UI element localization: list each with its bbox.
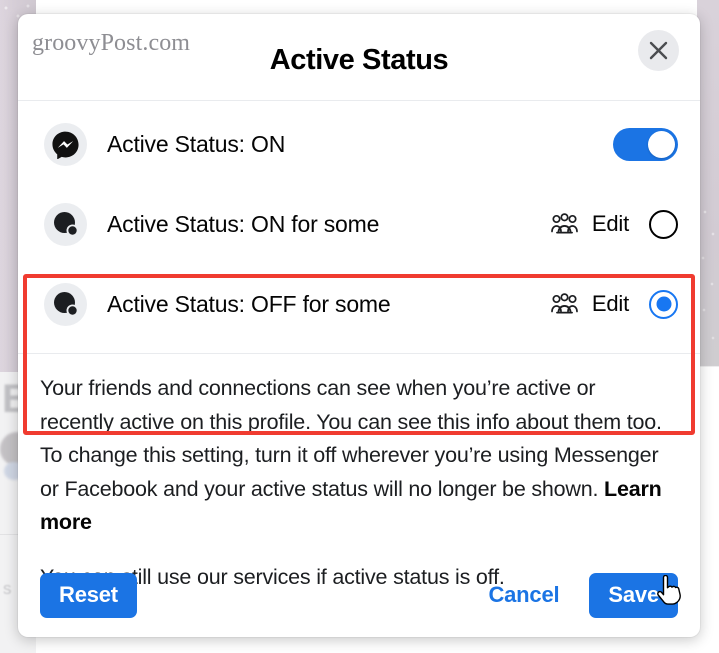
active-status-dialog: groovyPost.com Active Status Active Stat… <box>18 14 700 637</box>
background-blurred-glyph-s: s <box>3 579 12 598</box>
description-paragraph: Your friends and connections can see whe… <box>40 372 670 540</box>
row-active-status-on-for-some[interactable]: Active Status: ON for some Edit <box>18 184 700 264</box>
active-status-toggle[interactable] <box>613 127 678 161</box>
avatar-icon <box>44 202 87 246</box>
row-active-status-off-for-some[interactable]: Active Status: OFF for some Edit <box>18 264 700 344</box>
people-group-icon <box>550 292 579 316</box>
edit-link[interactable]: Edit <box>592 211 629 237</box>
close-icon <box>648 40 669 61</box>
page-title: Active Status <box>269 44 449 76</box>
row-active-status-on[interactable]: Active Status: ON <box>18 104 700 184</box>
reset-button[interactable]: Reset <box>40 572 137 618</box>
save-button-wrapper: Save <box>589 572 681 618</box>
page-background: B s groovyPost.com Active Status Active … <box>0 0 719 653</box>
avatar-icon <box>44 282 87 326</box>
row-controls: Edit <box>550 209 678 239</box>
cancel-button[interactable]: Cancel <box>474 573 573 618</box>
radio-off-for-some[interactable] <box>649 289 678 319</box>
toggle-knob <box>648 130 675 158</box>
edit-link[interactable]: Edit <box>592 291 629 317</box>
close-button[interactable] <box>638 30 679 71</box>
messenger-icon <box>44 122 87 166</box>
row-label: Active Status: ON <box>107 130 286 157</box>
row-controls: Edit <box>550 289 678 319</box>
people-group-icon <box>550 212 579 236</box>
save-button[interactable]: Save <box>589 572 678 618</box>
status-options-list: Active Status: ON Active Status: ON for … <box>18 104 700 435</box>
radio-on-for-some[interactable] <box>649 209 678 239</box>
row-controls <box>613 127 678 161</box>
row-label: Active Status: OFF for some <box>107 290 391 317</box>
dialog-footer: Reset Cancel Save <box>18 553 700 637</box>
dialog-header: groovyPost.com Active Status <box>18 14 700 101</box>
row-label: Active Status: ON for some <box>107 210 380 237</box>
background-decoration-dots-right <box>697 200 719 370</box>
description-text: Your friends and connections can see whe… <box>40 376 662 501</box>
